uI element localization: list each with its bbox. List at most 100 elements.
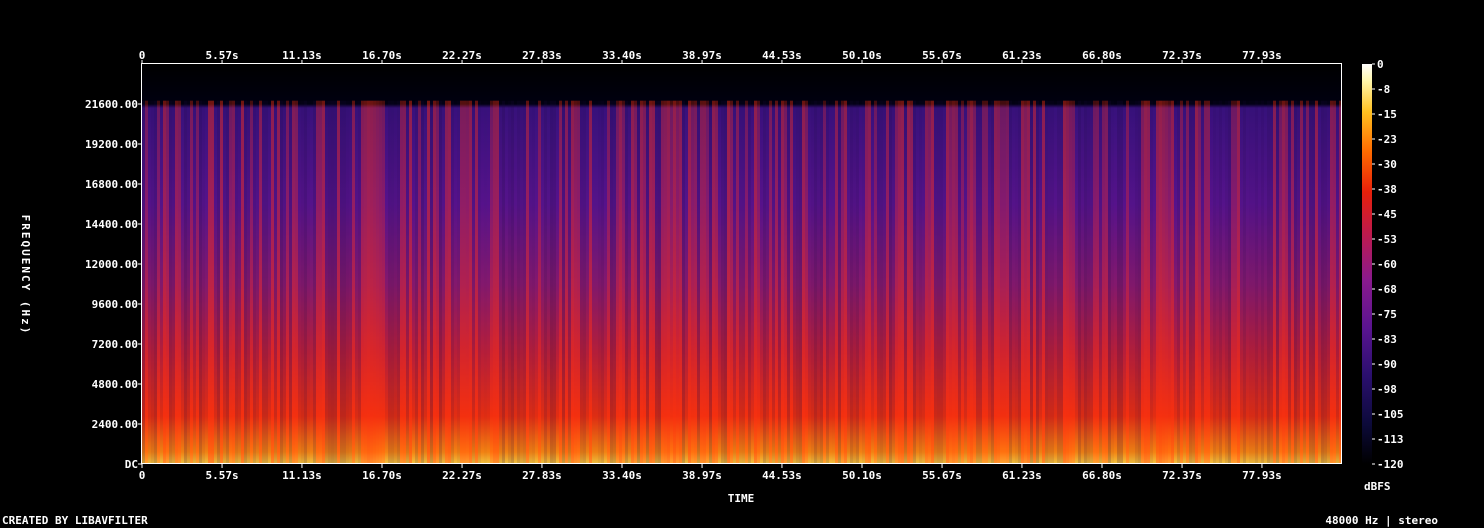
spectrogram-column [301, 100, 304, 465]
spectrogram-column [1246, 100, 1249, 465]
spectrogram-column [580, 100, 583, 465]
spectrogram-column [1006, 100, 1009, 465]
spectrogram-column [724, 100, 727, 465]
spectrogram-column [934, 100, 937, 465]
x-tick-label: 44.53s [762, 49, 802, 62]
spectrogram-column [214, 100, 217, 465]
spectrogram-column [1048, 100, 1051, 465]
spectrogram-column [880, 100, 883, 465]
spectrogram-column [1075, 100, 1078, 465]
spectrogram-column [697, 100, 700, 465]
spectrogram-column [1081, 100, 1084, 465]
spectrogram-heatmap [142, 64, 1342, 465]
spectrogram-column [1261, 100, 1264, 465]
spectrogram-column [157, 100, 160, 465]
spectrogram-column [526, 100, 529, 465]
spectrogram-column [514, 100, 517, 465]
spectrogram-column [625, 100, 628, 465]
spectrogram-column [205, 100, 208, 465]
spectrogram-column [727, 100, 730, 465]
spectrogram-column [673, 100, 676, 465]
spectrogram-column [790, 100, 793, 465]
spectrogram-column [1030, 100, 1033, 465]
spectrogram-column [577, 100, 580, 465]
spectrogram-column [376, 100, 379, 465]
y-tick-label: 14400.00 [85, 218, 138, 231]
spectrogram-column [739, 100, 742, 465]
spectrogram-column [1171, 100, 1174, 465]
spectrogram-column [217, 100, 220, 465]
spectrogram-column [1210, 100, 1213, 465]
spectrogram-column [292, 100, 295, 465]
spectrogram-column [268, 100, 271, 465]
spectrogram-column [874, 100, 877, 465]
spectrogram-column [631, 100, 634, 465]
spectrogram-column [733, 100, 736, 465]
spectrogram-column [1180, 100, 1183, 465]
spectrogram-column [1336, 100, 1339, 465]
spectrogram-column [946, 100, 949, 465]
spectrogram-column [436, 100, 439, 465]
spectrogram-column [346, 100, 349, 465]
spectrogram-column [1228, 100, 1231, 465]
x-tick-label: 72.37s [1162, 49, 1202, 62]
x-tick-label: 66.80s [1082, 469, 1122, 482]
spectrogram-column [1222, 100, 1225, 465]
spectrogram-column [1003, 100, 1006, 465]
spectrogram-column [187, 100, 190, 465]
spectrogram-column [1318, 100, 1321, 465]
colorbar-tick-label: -23 [1377, 133, 1397, 146]
x-tick-label: 5.57s [205, 49, 238, 62]
spectrogram-column [1168, 100, 1171, 465]
spectrogram-column [1009, 100, 1012, 465]
spectrogram-column [607, 100, 610, 465]
spectrogram-column [850, 100, 853, 465]
spectrogram-column [412, 100, 415, 465]
y-tick-label: DC [125, 458, 138, 471]
spectrogram-column [1240, 100, 1243, 465]
spectrogram-column [331, 100, 334, 465]
spectrogram-column [667, 100, 670, 465]
spectrogram-column [1231, 100, 1234, 465]
spectrogram-column [454, 100, 457, 465]
spectrogram-column [649, 100, 652, 465]
spectrogram-column [784, 100, 787, 465]
x-tick-label: 11.13s [282, 469, 322, 482]
colorbar-tick-label: -30 [1377, 158, 1397, 171]
spectrogram-column [265, 100, 268, 465]
spectrogram-column [1189, 100, 1192, 465]
spectrogram-column [604, 100, 607, 465]
spectrogram-column [658, 100, 661, 465]
spectrogram-column [397, 100, 400, 465]
spectrogram-column [406, 100, 409, 465]
spectrogram-column [391, 100, 394, 465]
spectrogram-column [811, 100, 814, 465]
x-tick-label: 33.40s [602, 469, 642, 482]
spectrogram-column [964, 100, 967, 465]
spectrogram-column [1102, 100, 1105, 465]
spectrogram-column [571, 100, 574, 465]
spectrogram-column [313, 100, 316, 465]
spectrogram-column [295, 100, 298, 465]
spectrogram-column [1177, 100, 1180, 465]
spectrogram-column [820, 100, 823, 465]
spectrogram-column [403, 100, 406, 465]
colorbar-tick-label: -98 [1377, 383, 1397, 396]
spectrogram-column [220, 100, 223, 465]
spectrogram-column [889, 100, 892, 465]
spectrogram-column [655, 100, 658, 465]
spectrogram-column [985, 100, 988, 465]
spectrogram-column [343, 100, 346, 465]
spectrogram-column [994, 100, 997, 465]
spectrogram-column [1063, 100, 1066, 465]
spectrogram-column [640, 100, 643, 465]
spectrogram-column [463, 100, 466, 465]
x-tick-label: 66.80s [1082, 49, 1122, 62]
spectrogram-column [370, 100, 373, 465]
spectrogram-column [583, 100, 586, 465]
spectrogram-column [1132, 100, 1135, 465]
x-tick-label: 0 [139, 49, 146, 62]
spectrogram-column [916, 100, 919, 465]
spectrogram-column [1021, 100, 1024, 465]
spectrogram-column [589, 100, 592, 465]
